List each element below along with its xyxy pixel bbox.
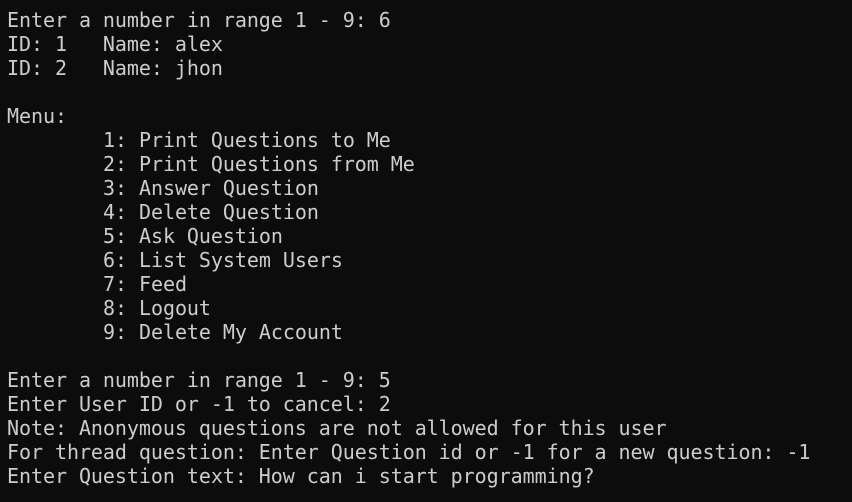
menu-item: 5: Ask Question [103,224,283,248]
menu-item: 6: List System Users [103,248,343,272]
menu-item: 9: Delete My Account [103,320,343,344]
menu-item: 7: Feed [103,272,187,296]
console-window[interactable]: Enter a number in range 1 - 9: 6 ID: 1 N… [0,0,852,502]
console-line: Enter a number in range 1 - 9: 5 [7,368,391,392]
console-line: ID: 1 Name: alex [7,32,223,56]
menu-item: 1: Print Questions to Me [103,128,391,152]
menu-item: 8: Logout [103,296,211,320]
menu-item: 2: Print Questions from Me [103,152,415,176]
console-line: Note: Anonymous questions are not allowe… [7,416,667,440]
console-line: ID: 2 Name: jhon [7,56,223,80]
menu-item: 3: Answer Question [103,176,319,200]
menu-heading: Menu: [7,104,67,128]
input-prompt-line[interactable]: Enter Question text: How can i start pro… [7,464,852,488]
console-line: Enter User ID or -1 to cancel: 2 [7,392,391,416]
console-line: Enter a number in range 1 - 9: 6 [7,8,391,32]
console-line: For thread question: Enter Question id o… [7,440,811,464]
menu-item: 4: Delete Question [103,200,319,224]
